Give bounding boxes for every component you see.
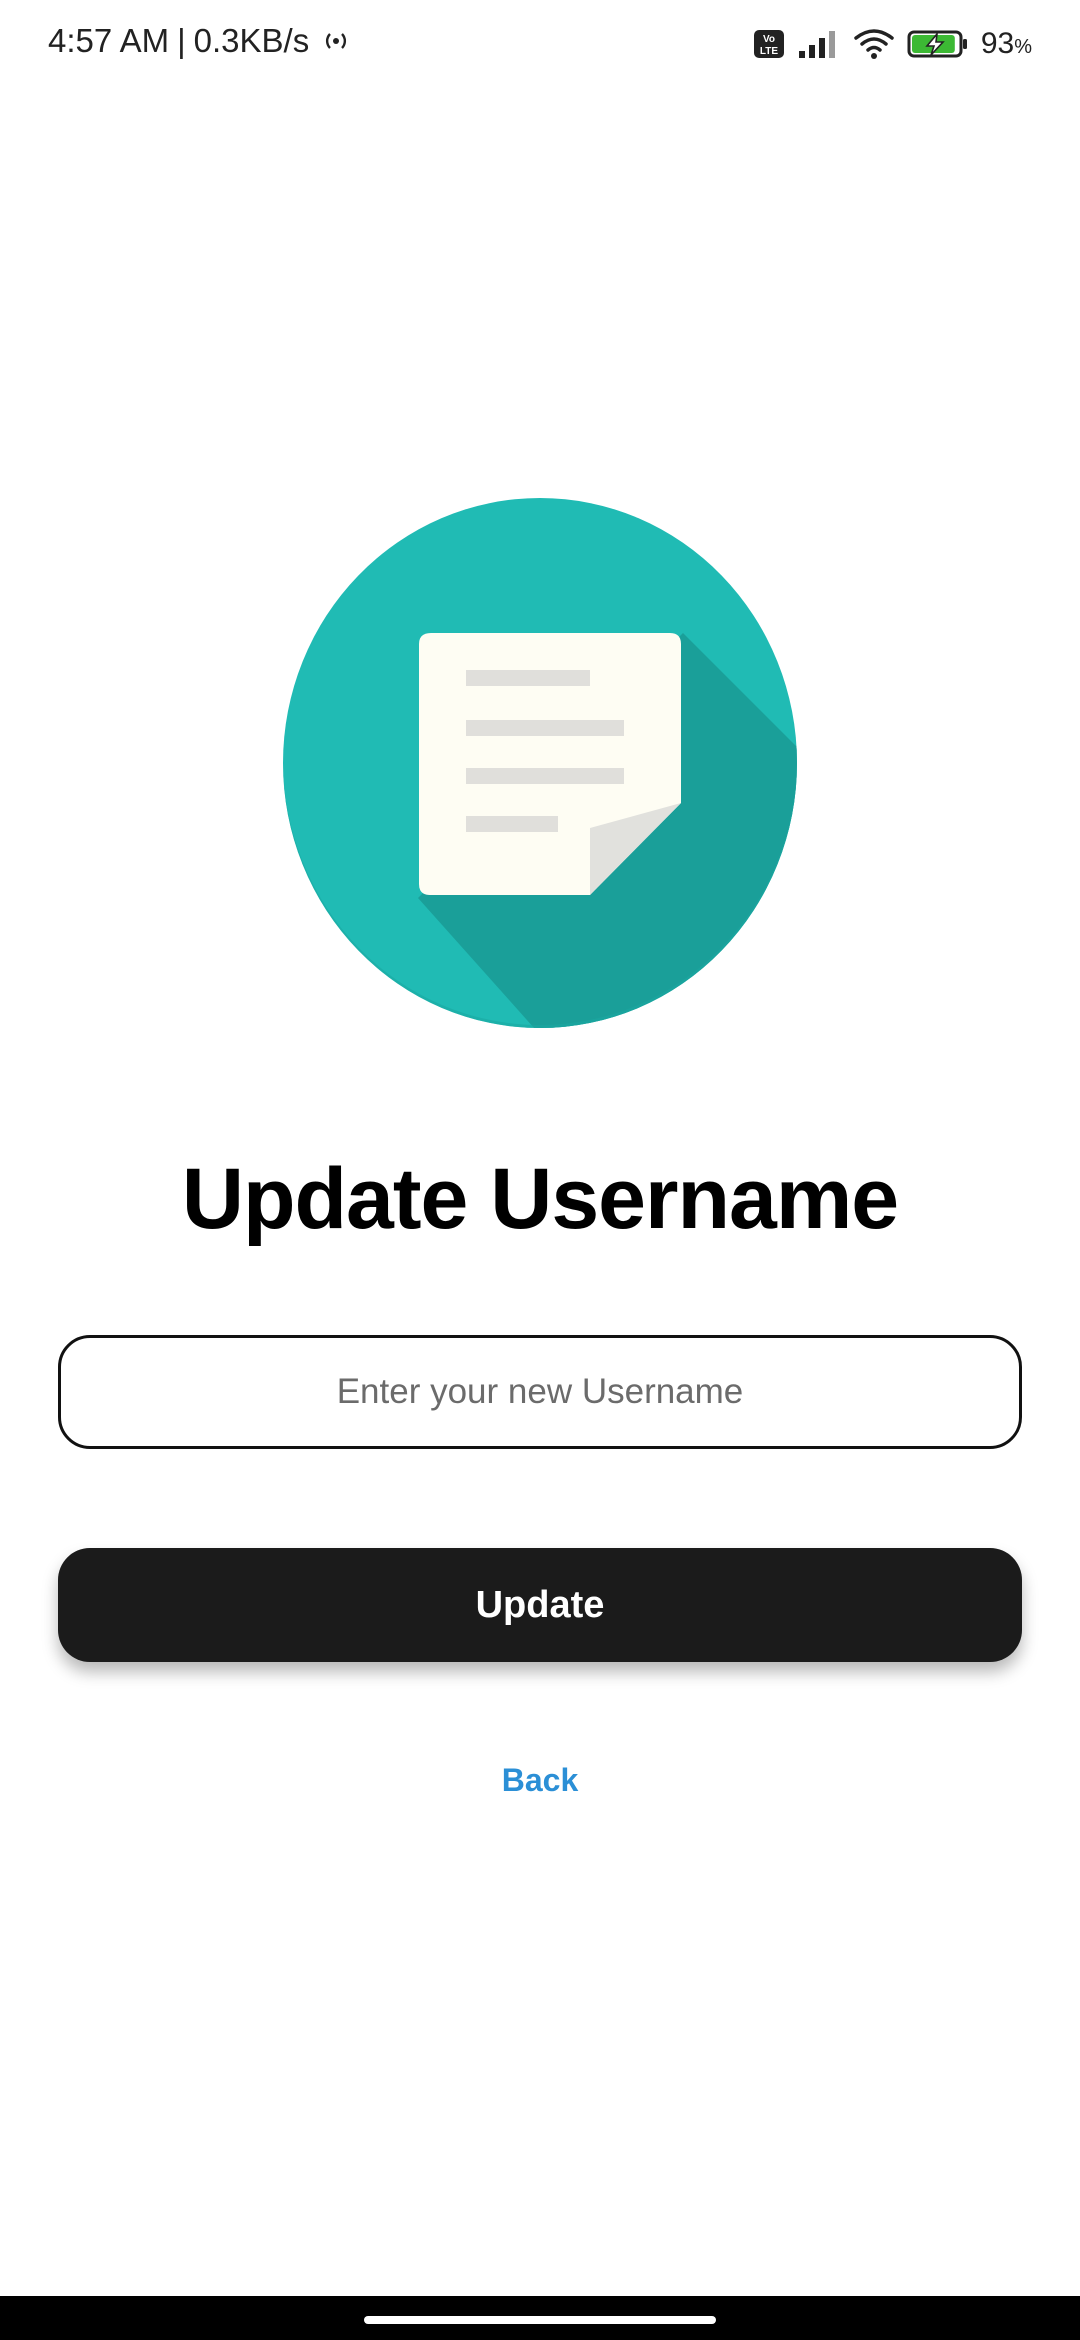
status-right: Vo LTE 93% [753, 22, 1032, 66]
wifi-icon [853, 28, 895, 60]
status-separator: | [177, 22, 186, 59]
username-input[interactable] [61, 1337, 1019, 1447]
username-field-container [58, 1335, 1022, 1449]
volte-icon: Vo LTE [753, 29, 785, 59]
hotspot-icon [323, 22, 349, 60]
status-bar: 4:57 AM | 0.3KB/s Vo LTE 93% [0, 0, 1080, 90]
status-time: 4:57 AM [48, 22, 170, 59]
home-indicator[interactable] [364, 2316, 716, 2324]
back-link[interactable]: Back [0, 1762, 1080, 1799]
system-nav-bar [0, 2296, 1080, 2340]
page-title: Update Username [181, 1151, 899, 1247]
battery-charging-icon [907, 29, 969, 59]
battery-percent-value: 93 [980, 27, 1015, 60]
network-speed: 0.3KB/s [193, 22, 310, 59]
signal-icon [797, 29, 841, 59]
battery-percent-sign: % [1014, 36, 1032, 58]
battery-percent: 93% [981, 27, 1032, 61]
svg-text:Vo: Vo [763, 34, 775, 45]
notes-icon [283, 498, 797, 1028]
status-left: 4:57 AM | 0.3KB/s [48, 22, 349, 60]
update-button[interactable]: Update [58, 1548, 1022, 1662]
svg-text:LTE: LTE [760, 46, 778, 57]
